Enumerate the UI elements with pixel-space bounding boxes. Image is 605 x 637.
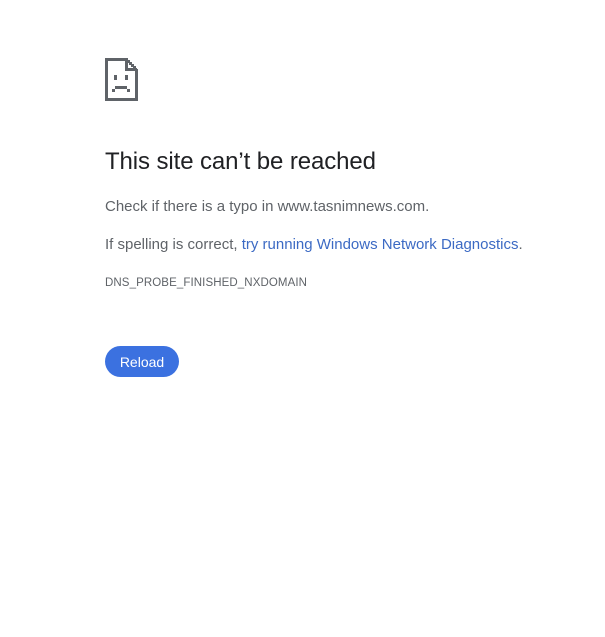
page-title: This site can’t be reached [105, 148, 376, 175]
reload-button[interactable]: Reload [105, 346, 179, 377]
spelling-prefix: If spelling is correct, [105, 236, 242, 253]
error-code: DNS_PROBE_FINISHED_NXDOMAIN [105, 277, 308, 289]
diagnostics-link[interactable]: try running Windows Network Diagnostics [242, 236, 519, 253]
spelling-suffix: . [518, 236, 523, 253]
spelling-message: If spelling is correct, try running Wind… [105, 236, 523, 253]
sad-document-icon [105, 58, 139, 102]
typo-message: Check if there is a typo in www.tasnimne… [105, 198, 430, 215]
